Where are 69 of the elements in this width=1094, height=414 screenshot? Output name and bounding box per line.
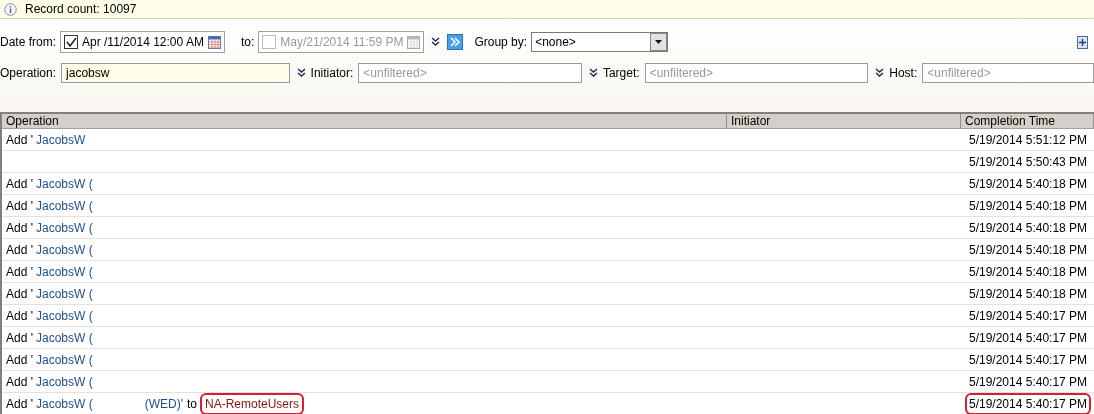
operation-text: Add ' bbox=[6, 351, 33, 369]
account-link[interactable]: JacobsW bbox=[36, 130, 86, 149]
group-by-dropdown[interactable]: <none> bbox=[531, 32, 669, 52]
account-link[interactable]: JacobsW ( bbox=[36, 262, 93, 281]
filter-label: Host: bbox=[889, 65, 918, 82]
date-field[interactable]: Apr /11/2014 12:00 AM bbox=[60, 31, 225, 53]
completion-time: 5/19/2014 5:40:17 PM bbox=[968, 307, 1089, 325]
expand-icon[interactable] bbox=[875, 68, 885, 78]
filter-label: Initiator: bbox=[310, 65, 354, 82]
completion-time: 5/19/2014 5:40:18 PM bbox=[968, 197, 1089, 215]
operation-text: Add ' bbox=[6, 395, 33, 413]
account-link[interactable]: JacobsW ( bbox=[36, 196, 93, 215]
account-link[interactable]: JacobsW ( bbox=[36, 174, 93, 193]
filter-field[interactable]: jacobsw bbox=[61, 63, 290, 83]
account-link[interactable]: JacobsW ( bbox=[36, 394, 93, 413]
operation-text: Add ' bbox=[6, 307, 33, 325]
column-header[interactable]: Initiator bbox=[727, 114, 961, 128]
operation-text: Add ' bbox=[6, 329, 33, 347]
operation-text: Add ' bbox=[6, 285, 33, 303]
record-count: Record count: 10097 bbox=[25, 1, 137, 18]
filter-field[interactable]: <unfiltered> bbox=[358, 63, 582, 83]
filter-field[interactable]: <unfiltered> bbox=[922, 63, 1094, 83]
expand-icon[interactable] bbox=[296, 68, 306, 78]
group-link[interactable]: NA-RemoteUsers bbox=[204, 396, 299, 411]
date-value: Apr /11/2014 12:00 AM bbox=[82, 34, 204, 51]
completion-time: 5/19/2014 5:40:17 PM bbox=[965, 392, 1092, 414]
forward-icon[interactable] bbox=[447, 34, 464, 50]
account-link[interactable]: JacobsW ( bbox=[36, 372, 93, 391]
date-value: May/21/2014 11:59 PM bbox=[280, 34, 404, 51]
account-link[interactable]: JacobsW ( bbox=[36, 284, 93, 303]
completion-time: 5/19/2014 5:40:18 PM bbox=[968, 219, 1089, 237]
completion-time: 5/19/2014 5:40:18 PM bbox=[968, 175, 1089, 193]
operation-text: Add ' bbox=[6, 197, 33, 215]
operation-text: Add ' bbox=[6, 175, 33, 193]
account-link[interactable]: JacobsW ( bbox=[36, 306, 93, 325]
account-link[interactable]: (WED)' bbox=[144, 394, 183, 413]
account-link[interactable]: JacobsW ( bbox=[36, 328, 93, 347]
info-icon bbox=[4, 2, 17, 16]
date-checkbox[interactable] bbox=[262, 35, 277, 49]
completion-time: 5/19/2014 5:40:17 PM bbox=[968, 373, 1089, 391]
completion-time: 5/19/2014 5:40:17 PM bbox=[968, 351, 1089, 369]
column-header[interactable]: Operation bbox=[2, 114, 727, 128]
operation-text: Add ' bbox=[6, 241, 33, 259]
account-link[interactable]: JacobsW ( bbox=[36, 240, 93, 259]
filter-label: to: bbox=[240, 34, 255, 51]
panel-icon[interactable] bbox=[1077, 35, 1088, 49]
completion-time: 5/19/2014 5:40:17 PM bbox=[968, 329, 1089, 347]
filter-label: Group by: bbox=[474, 34, 528, 51]
calendar-icon[interactable] bbox=[207, 35, 221, 49]
operation-text: to bbox=[186, 395, 197, 413]
filter-label: Date from: bbox=[0, 34, 56, 51]
completion-time: 5/19/2014 5:50:43 PM bbox=[968, 153, 1089, 171]
date-checkbox[interactable] bbox=[64, 35, 78, 49]
filter-label: Operation: bbox=[0, 65, 57, 82]
account-link[interactable]: JacobsW ( bbox=[36, 350, 93, 369]
completion-time: 5/19/2014 5:40:18 PM bbox=[968, 263, 1089, 281]
filter-field[interactable]: <unfiltered> bbox=[644, 63, 869, 83]
expand-icon[interactable] bbox=[588, 68, 598, 78]
completion-time: 5/19/2014 5:51:12 PM bbox=[968, 131, 1089, 149]
account-link[interactable]: JacobsW ( bbox=[36, 218, 93, 237]
operation-text: Add ' bbox=[6, 131, 33, 149]
filter-label: Target: bbox=[602, 65, 640, 82]
operation-text: Add ' bbox=[6, 219, 33, 237]
column-header[interactable]: Completion Time bbox=[961, 114, 1094, 128]
completion-time: 5/19/2014 5:40:18 PM bbox=[968, 285, 1089, 303]
operation-text: Add ' bbox=[6, 373, 33, 391]
completion-time: 5/19/2014 5:40:18 PM bbox=[968, 241, 1089, 259]
operation-text: Add ' bbox=[6, 263, 33, 281]
expand-icon[interactable] bbox=[431, 37, 441, 47]
